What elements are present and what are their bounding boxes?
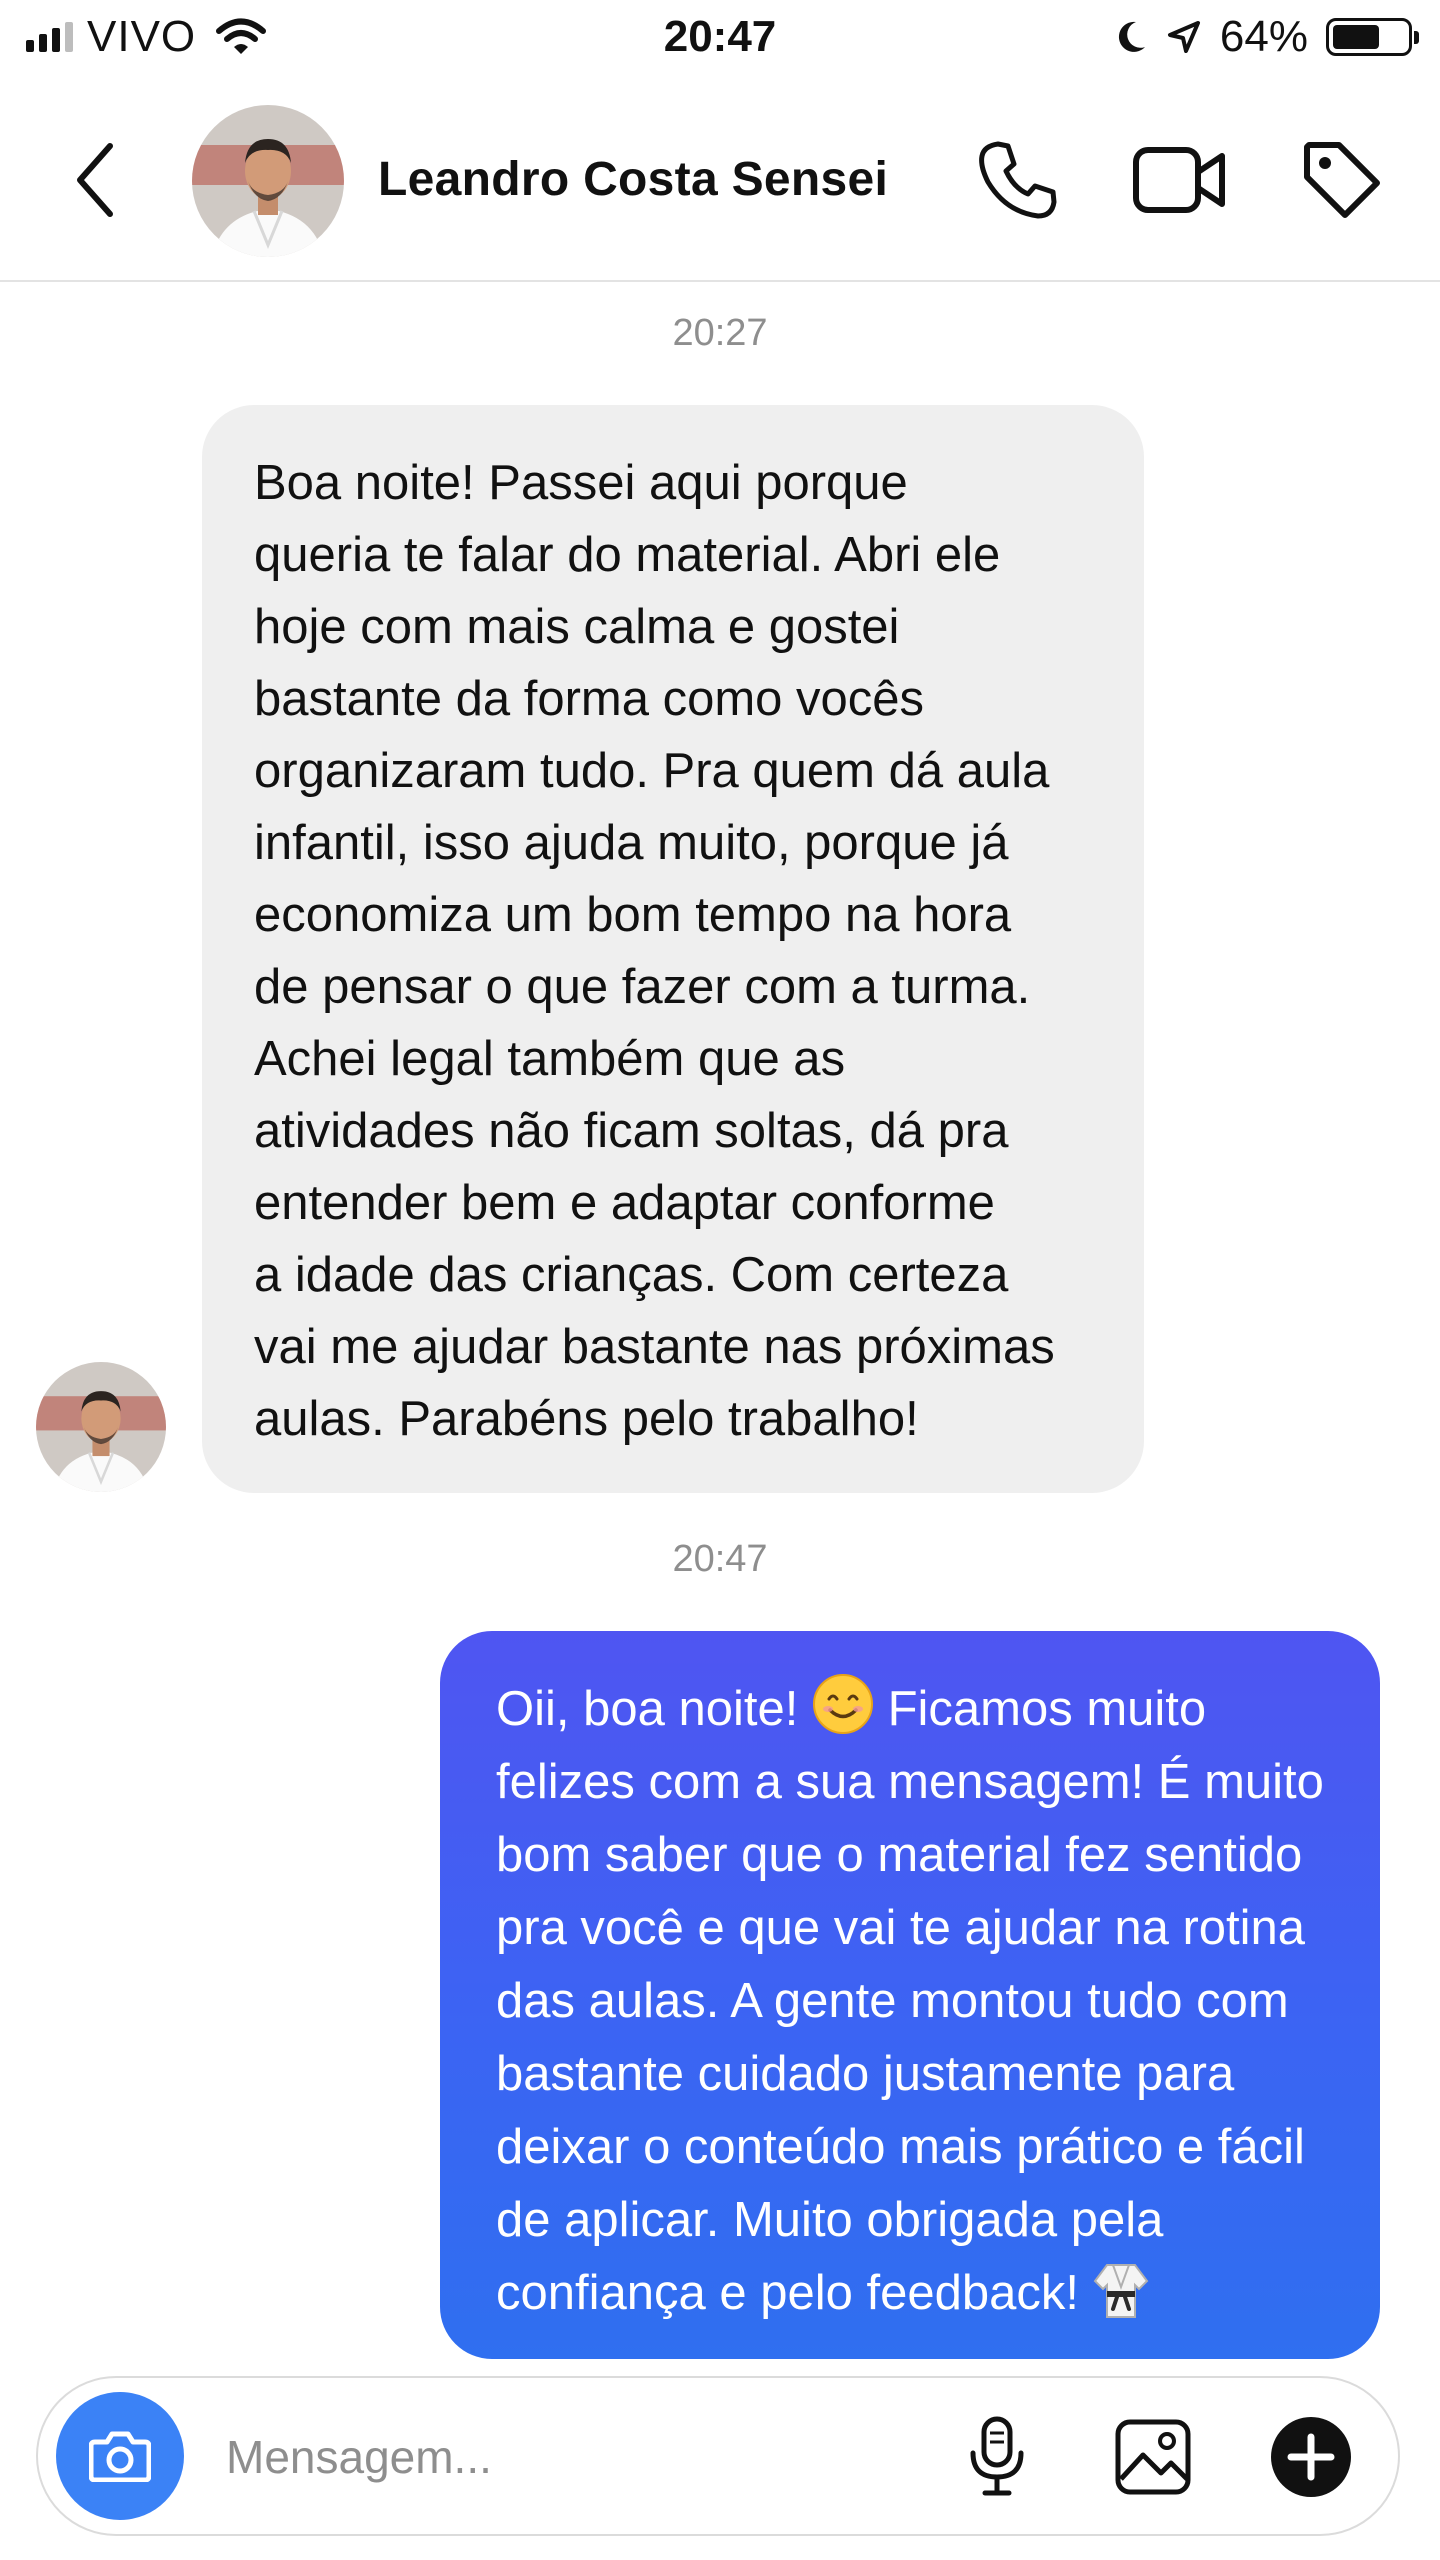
phone-icon: [979, 141, 1057, 219]
outgoing-message-text: Oii, boa noite! Ficamos muito felizes co…: [496, 1673, 1340, 2330]
contact-avatar[interactable]: [192, 105, 344, 257]
microphone-icon: [970, 2416, 1024, 2496]
battery-cap: [1414, 31, 1419, 44]
avatar-photo: [192, 105, 344, 257]
status-bar: VIVO 20:47 64%: [0, 0, 1440, 80]
gallery-icon: [1115, 2419, 1191, 2495]
battery-fill: [1333, 25, 1380, 49]
camera-button[interactable]: [56, 2392, 184, 2520]
location-arrow-icon: [1167, 21, 1200, 53]
contact-name[interactable]: Leandro Costa Sensei: [378, 152, 888, 207]
incoming-message-text: Boa noite! Passei aqui porque queria te …: [254, 456, 1055, 1446]
outgoing-text-part: Ficamos muito felizes com a sua mensagem…: [496, 1682, 1324, 2320]
message-composer: [36, 2376, 1400, 2536]
smiling-face-emoji: [812, 1674, 873, 1734]
message-timestamp: 20:47: [672, 1538, 768, 1580]
call-button[interactable]: [968, 130, 1068, 230]
battery-percent: 64%: [1219, 12, 1308, 61]
back-icon: [77, 143, 113, 217]
tag-icon: [1304, 142, 1380, 218]
avatar-photo: [36, 1362, 166, 1492]
status-right: 64%: [1114, 12, 1419, 62]
moon-icon: [1118, 21, 1145, 52]
voice-message-button[interactable]: [942, 2402, 1052, 2512]
tag-button[interactable]: [1292, 130, 1392, 230]
outgoing-text-part: Oii, boa noite!: [496, 1682, 812, 1736]
plus-icon: [1271, 2417, 1351, 2497]
martial-arts-uniform-emoji: [1093, 2264, 1148, 2318]
video-camera-icon: [1133, 147, 1225, 213]
camera-icon: [89, 2431, 151, 2482]
incoming-message-bubble[interactable]: Boa noite! Passei aqui porque queria te …: [202, 405, 1144, 1493]
gallery-button[interactable]: [1098, 2402, 1208, 2512]
message-input[interactable]: [224, 2418, 788, 2496]
back-button[interactable]: [50, 130, 140, 230]
outgoing-message-bubble[interactable]: Oii, boa noite! Ficamos muito felizes co…: [440, 1631, 1380, 2359]
video-call-button[interactable]: [1130, 130, 1230, 230]
message-timestamp: 20:27: [672, 312, 768, 354]
sender-avatar[interactable]: [36, 1362, 166, 1492]
battery-icon: [1326, 18, 1419, 56]
chat-header: Leandro Costa Sensei: [0, 80, 1440, 282]
more-options-button[interactable]: [1256, 2402, 1366, 2512]
